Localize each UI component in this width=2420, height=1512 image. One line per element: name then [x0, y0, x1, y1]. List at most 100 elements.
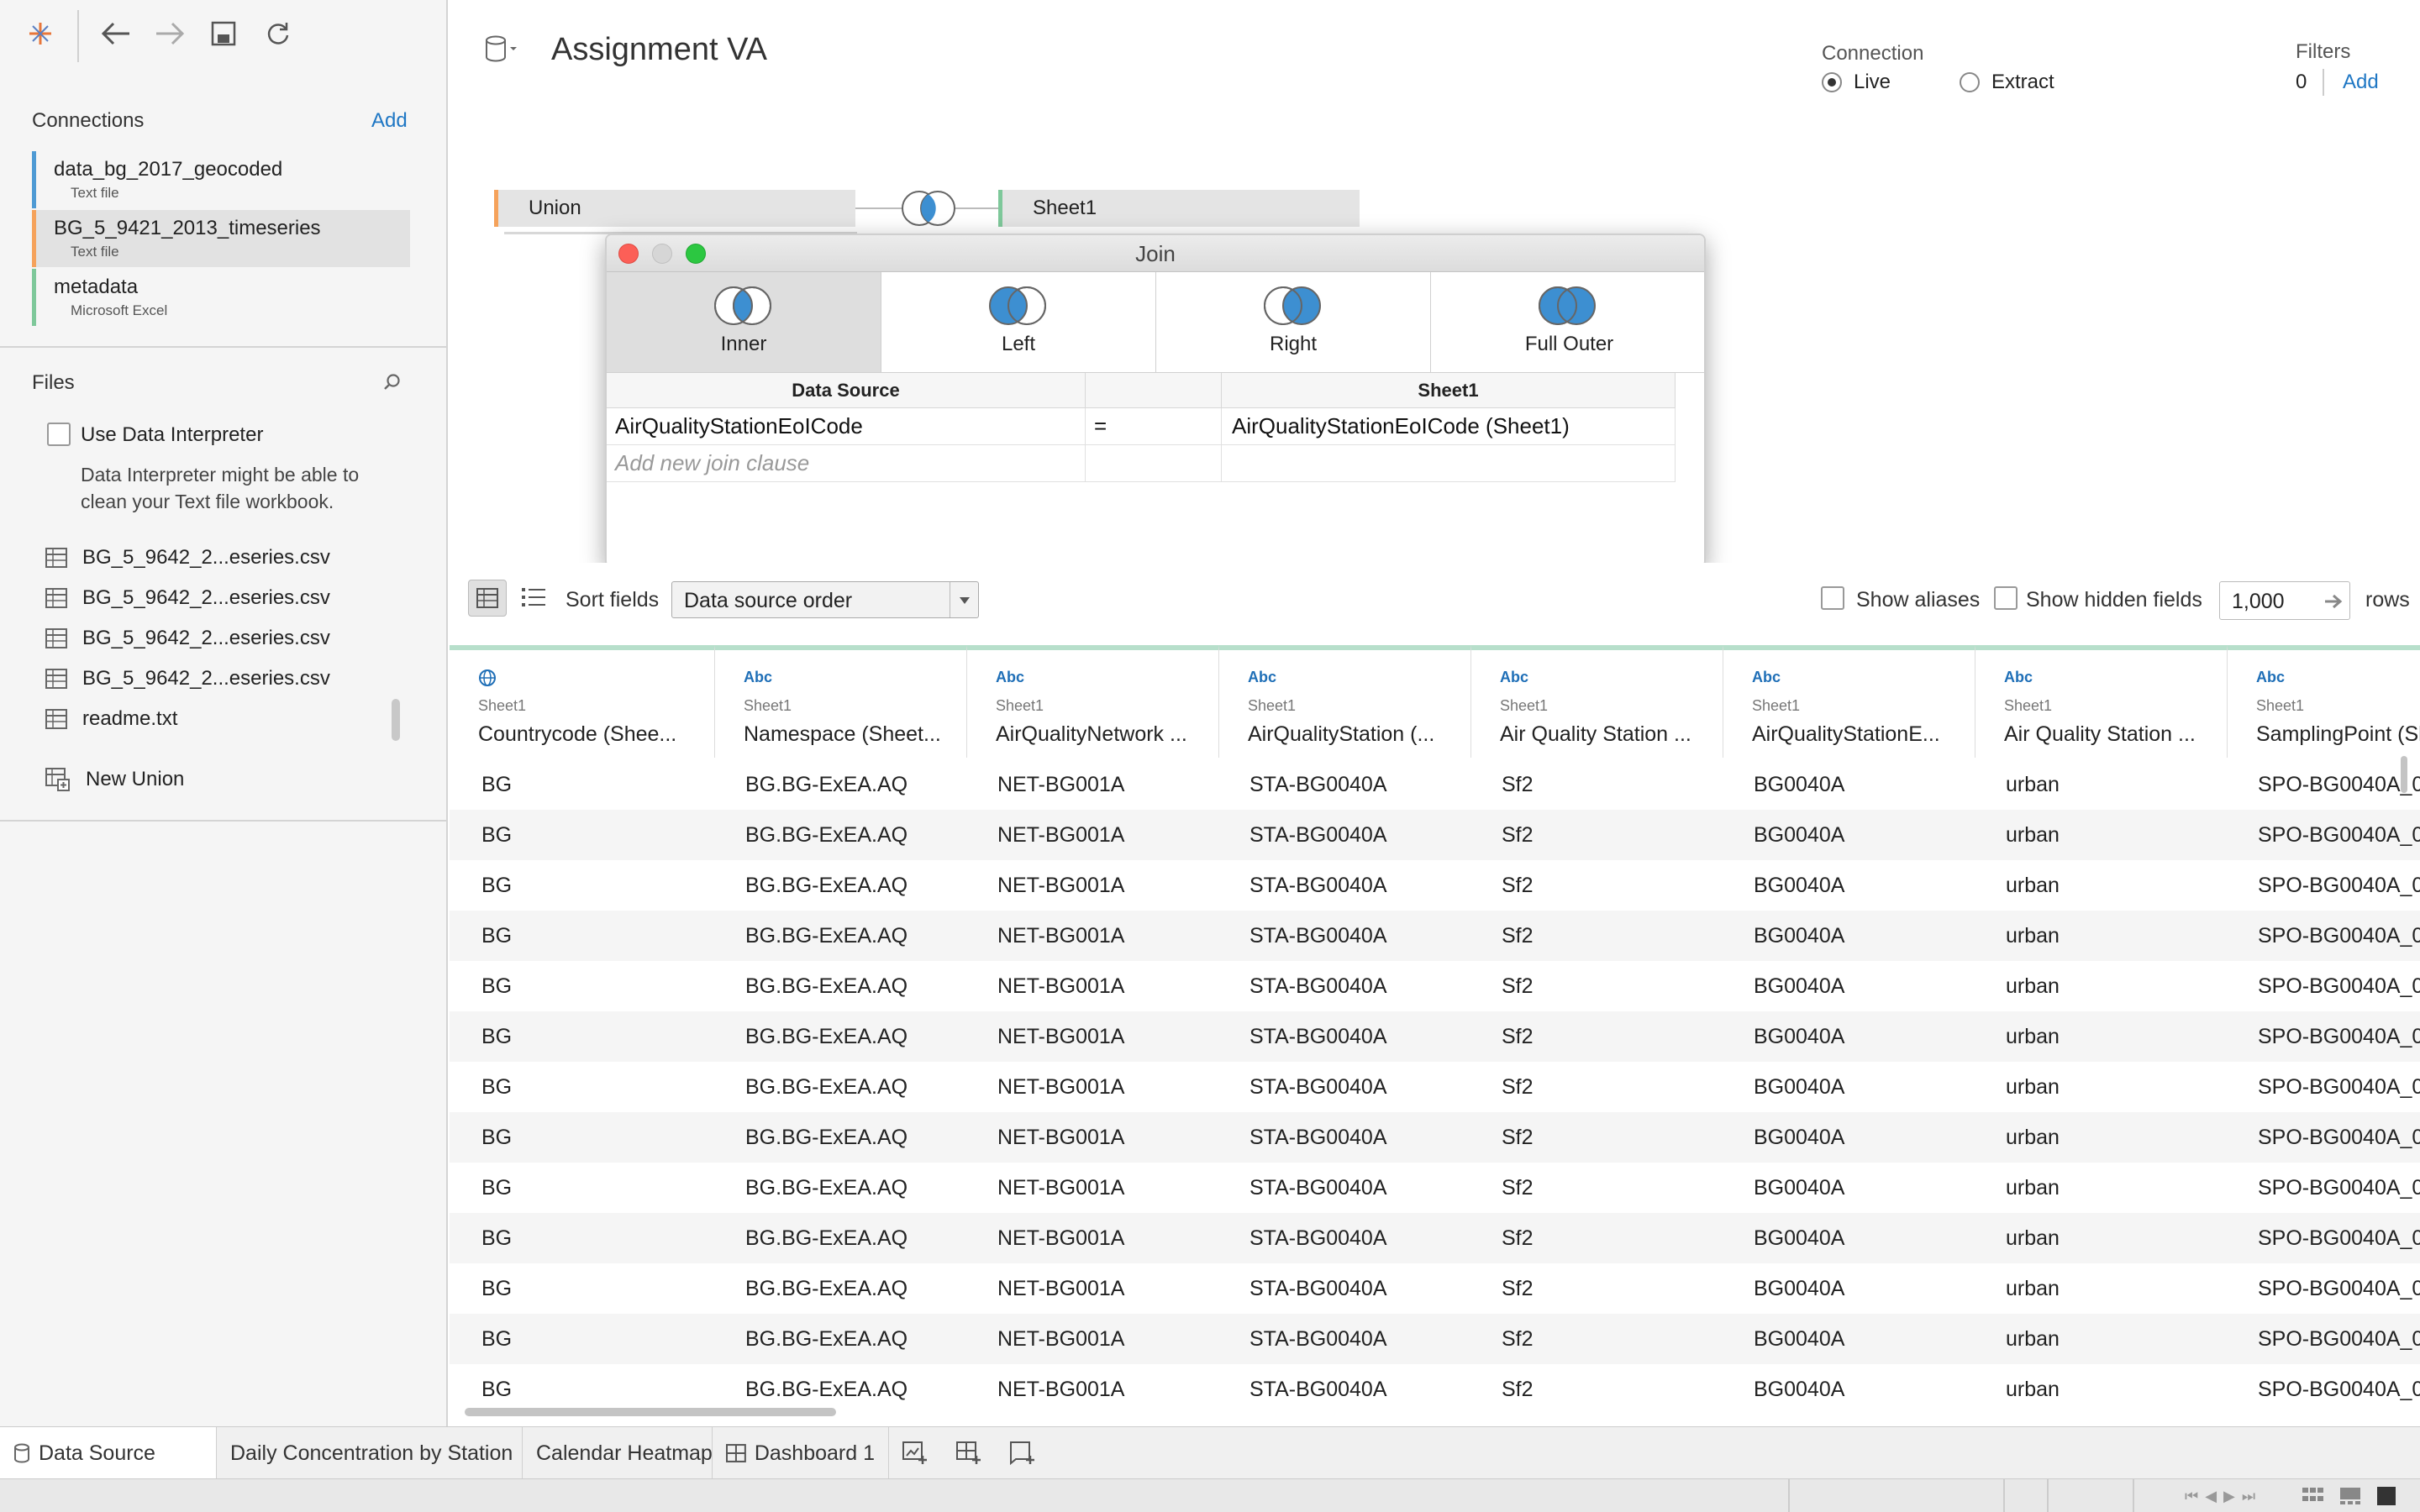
- connection-item[interactable]: metadata Microsoft Excel: [32, 269, 410, 326]
- column-header[interactable]: Abc Sheet1 SamplingPoint (Sh...: [2228, 645, 2420, 758]
- join-type-label: Inner: [720, 333, 767, 355]
- tab-data-source[interactable]: Data Source: [0, 1427, 217, 1479]
- sort-fields-dropdown[interactable]: Data source order: [671, 581, 979, 618]
- tableau-logo-icon[interactable]: [22, 15, 59, 52]
- list-view-icon[interactable]: [522, 586, 545, 612]
- file-item[interactable]: BG_5_9642_2...eseries.csv: [45, 662, 330, 696]
- arrow-right-icon[interactable]: [2324, 593, 2343, 610]
- connection-item[interactable]: data_bg_2017_geocoded Text file: [32, 151, 410, 208]
- join-type-right[interactable]: Right: [1156, 272, 1431, 373]
- column-header[interactable]: Abc Sheet1 AirQualityStationE...: [1723, 645, 1975, 758]
- live-radio[interactable]: Live: [1822, 71, 1891, 94]
- horizontal-scrollbar[interactable]: [465, 1408, 836, 1416]
- dashboard-icon: [726, 1444, 746, 1462]
- datasource-title[interactable]: Assignment VA: [551, 32, 767, 68]
- data-grid: Sheet1 Countrycode (Shee... Abc Sheet1 N…: [450, 645, 2420, 1426]
- show-sheet-sorter-icon[interactable]: [2302, 1486, 2324, 1510]
- show-hidden-fields-checkbox[interactable]: [1994, 586, 2018, 614]
- table-row: BG BG.BG-ExEA.AQ NET-BG001A STA-BG0040A Sf2 B…: [450, 911, 2420, 961]
- show-filmstrip-icon[interactable]: [2339, 1486, 2361, 1510]
- file-item[interactable]: BG_5_9642_2...eseries.csv: [45, 541, 330, 575]
- extract-radio[interactable]: Extract: [1960, 71, 2054, 94]
- connection-type: Microsoft Excel: [71, 302, 168, 318]
- new-story-button[interactable]: [997, 1427, 1050, 1479]
- tab-calendar-heatmap[interactable]: Calendar Heatmap: [523, 1427, 713, 1479]
- show-tabs-icon[interactable]: [2376, 1486, 2396, 1510]
- table-row: BG BG.BG-ExEA.AQ NET-BG001A STA-BG0040A Sf2 B…: [450, 1263, 2420, 1314]
- files-title: Files: [32, 371, 75, 394]
- canvas-table-sheet1[interactable]: Sheet1: [998, 190, 1360, 227]
- forward-arrow-icon[interactable]: [151, 15, 188, 52]
- column-header[interactable]: Abc Sheet1 AirQualityStation (...: [1219, 645, 1471, 758]
- tab-dashboard-1[interactable]: Dashboard 1: [713, 1427, 889, 1479]
- join-clause-operator[interactable]: =: [1086, 408, 1222, 445]
- join-clause-right-field[interactable]: AirQualityStationEoICode (Sheet1): [1222, 408, 1676, 445]
- grid-header-row: Sheet1 Countrycode (Shee... Abc Sheet1 N…: [450, 645, 2420, 758]
- new-dashboard-button[interactable]: [943, 1427, 997, 1479]
- new-worksheet-button[interactable]: [889, 1427, 943, 1479]
- add-filter-link[interactable]: Add: [2343, 71, 2379, 94]
- rows-label: rows: [2365, 588, 2410, 612]
- vertical-scrollbar[interactable]: [2401, 756, 2407, 793]
- rows-value: 1,000: [2232, 590, 2285, 613]
- inner-join-icon: [714, 286, 771, 325]
- table-cell: SPO-BG0040A_00: [2258, 873, 2420, 897]
- table-cell: BG0040A: [1754, 1377, 1845, 1401]
- search-icon[interactable]: [383, 373, 402, 396]
- back-arrow-icon[interactable]: [97, 15, 134, 52]
- canvas-table-union[interactable]: Union: [494, 190, 855, 227]
- grid-view-icon[interactable]: [468, 580, 507, 617]
- join-type-inner[interactable]: Inner: [607, 272, 881, 373]
- file-item[interactable]: BG_5_9642_2...eseries.csv: [45, 622, 330, 655]
- show-aliases-checkbox[interactable]: [1821, 586, 1844, 614]
- toolbar-divider: [77, 10, 79, 62]
- datasource-cylinder-icon[interactable]: [484, 35, 518, 68]
- table-cell: urban: [2006, 873, 2060, 897]
- join-type-full-outer[interactable]: Full Outer: [1431, 272, 1704, 373]
- filters-divider: [2323, 69, 2324, 96]
- join-type-left[interactable]: Left: [881, 272, 1156, 373]
- files-scrollbar[interactable]: [392, 699, 400, 741]
- column-header[interactable]: Abc Sheet1 Namespace (Sheet...: [715, 645, 967, 758]
- table-cell: SPO-BG0040A_00: [2258, 1276, 2420, 1300]
- column-source: Sheet1: [2256, 697, 2305, 714]
- table-cell: NET-BG001A: [997, 772, 1125, 796]
- table-cell: SPO-BG0040A_00: [2258, 974, 2420, 998]
- sheet-tab-bar: Data Source Daily Concentration by Stati…: [0, 1426, 2420, 1479]
- join-dialog-titlebar[interactable]: Join: [607, 235, 1704, 272]
- file-item[interactable]: readme.txt: [45, 702, 177, 736]
- data-interpreter-checkbox[interactable]: [47, 423, 71, 450]
- table-cell: BG.BG-ExEA.AQ: [745, 822, 908, 847]
- table-cell: BG.BG-ExEA.AQ: [745, 1326, 908, 1351]
- column-header[interactable]: Abc Sheet1 AirQualityNetwork ...: [967, 645, 1219, 758]
- rows-input[interactable]: 1,000: [2219, 581, 2350, 620]
- join-clause-left-field[interactable]: AirQualityStationEoICode: [607, 408, 1086, 445]
- string-type-icon: Abc: [1248, 669, 1277, 685]
- table-cell: NET-BG001A: [997, 1226, 1125, 1250]
- canvas-table-union-label: Union: [529, 197, 581, 219]
- file-item[interactable]: BG_5_9642_2...eseries.csv: [45, 581, 330, 615]
- column-header[interactable]: Abc Sheet1 Air Quality Station ...: [1471, 645, 1723, 758]
- connection-item-selected[interactable]: BG_5_9421_2013_timeseries Text file: [32, 210, 410, 267]
- table-cell: urban: [2006, 1074, 2060, 1099]
- new-union-item[interactable]: New Union: [45, 763, 184, 796]
- join-venn-icon[interactable]: [896, 188, 961, 233]
- table-cell: urban: [2006, 1125, 2060, 1149]
- table-cell: NET-BG001A: [997, 974, 1125, 998]
- table-cell: BG.BG-ExEA.AQ: [745, 923, 908, 948]
- column-source: Sheet1: [1752, 697, 1801, 714]
- add-connection-link[interactable]: Add: [371, 109, 408, 133]
- column-source: Sheet1: [744, 697, 792, 714]
- add-join-clause[interactable]: Add new join clause: [607, 445, 1086, 482]
- tab-daily-concentration[interactable]: Daily Concentration by Station: [217, 1427, 523, 1479]
- string-type-icon: Abc: [744, 669, 773, 685]
- table-cell: STA-BG0040A: [1249, 923, 1387, 948]
- save-icon[interactable]: [205, 15, 242, 52]
- column-header[interactable]: Abc Sheet1 Air Quality Station ...: [1975, 645, 2228, 758]
- column-header[interactable]: Sheet1 Countrycode (Shee...: [450, 645, 715, 758]
- table-cell: BG0040A: [1754, 1276, 1845, 1300]
- refresh-icon[interactable]: [259, 15, 296, 52]
- sheet-navigation-arrows[interactable]: ⏮◀▶⏭: [2185, 1488, 2262, 1505]
- connection-color-bar: [32, 269, 36, 326]
- canvas-table-sheet1-label: Sheet1: [1033, 197, 1097, 219]
